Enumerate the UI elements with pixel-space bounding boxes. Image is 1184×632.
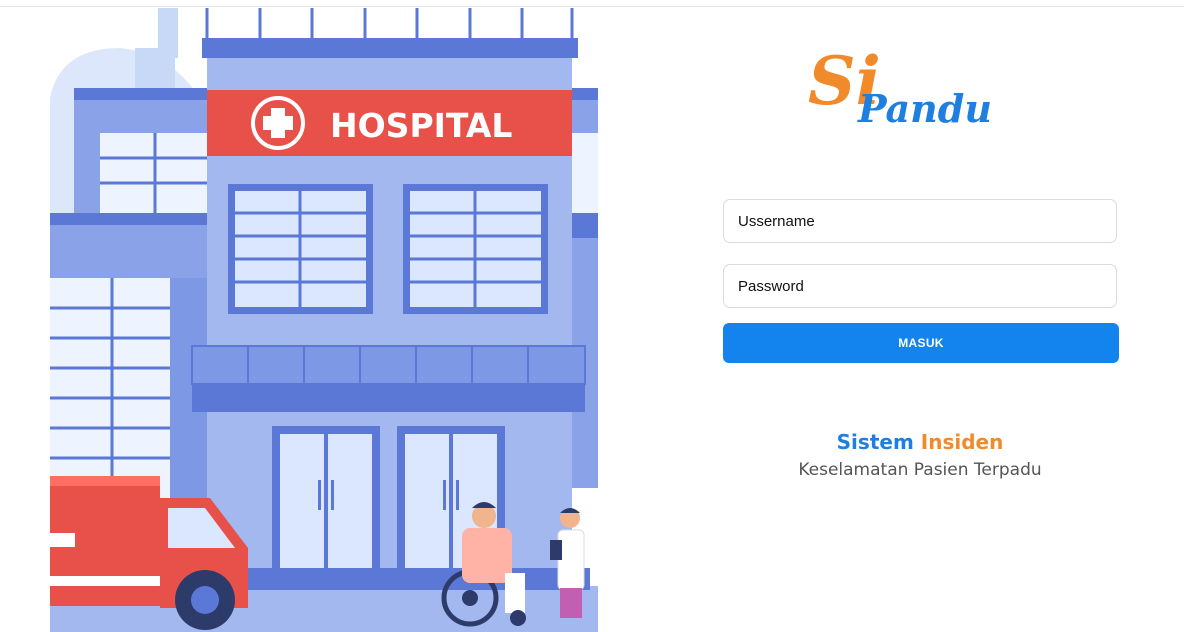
tagline-subtitle: Keselamatan Pasien Terpadu [798, 460, 1042, 480]
hospital-sign-text: HOSPITAL [330, 106, 512, 145]
hospital-illustration: HOSPITAL [50, 8, 598, 632]
username-input[interactable] [723, 199, 1117, 243]
logo-pandu-text: Pandu [857, 86, 992, 131]
password-input[interactable] [723, 264, 1117, 308]
tagline-word-sistem: Sistem [836, 430, 914, 454]
tagline-word-insiden: Insiden [920, 430, 1004, 454]
sipandu-logo: Si Pandu [808, 42, 992, 131]
top-divider [0, 6, 1184, 7]
login-button[interactable]: MASUK [723, 323, 1119, 363]
tagline-title: Sistem Insiden [700, 430, 1140, 454]
